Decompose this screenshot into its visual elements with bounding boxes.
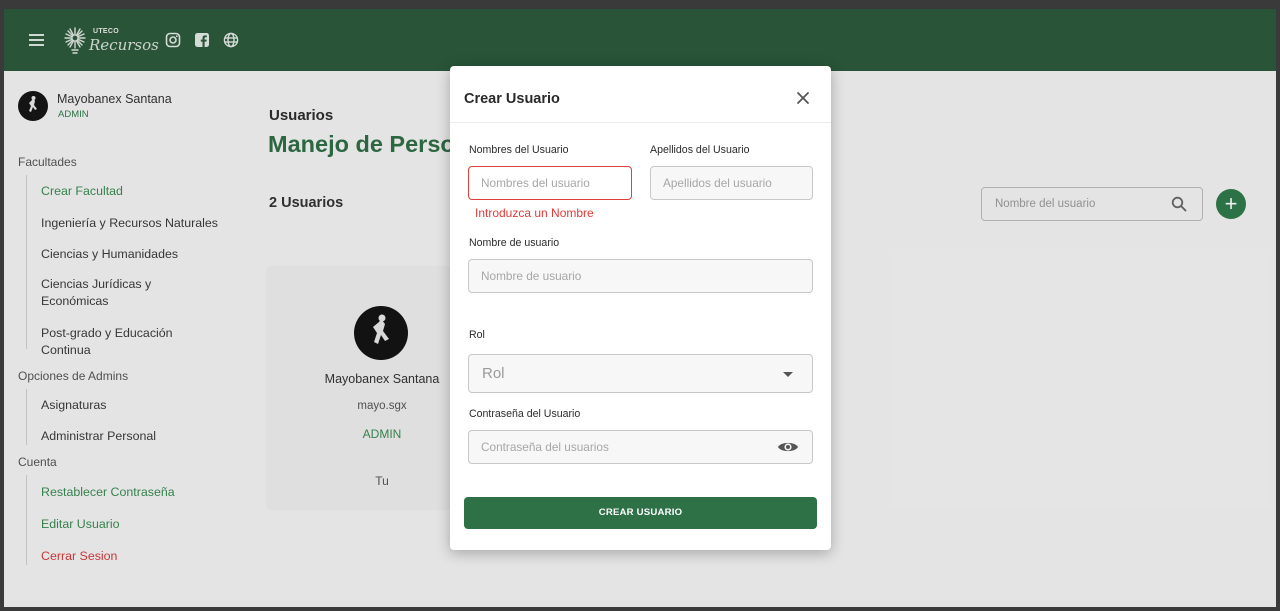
create-user-modal: Crear Usuario Nombres del Usuario Introd… xyxy=(450,66,831,550)
first-name-input[interactable] xyxy=(469,167,631,199)
eye-icon[interactable] xyxy=(777,440,799,454)
modal-divider xyxy=(450,122,831,123)
chevron-down-icon xyxy=(783,372,793,377)
username-field-wrapper xyxy=(468,259,813,293)
first-name-label: Nombres del Usuario xyxy=(469,144,569,156)
role-select[interactable]: Rol xyxy=(468,354,813,393)
app-frame: UTECO Recursos Mayobanex Santana ADMIN F… xyxy=(4,9,1276,607)
last-name-input[interactable] xyxy=(651,167,812,199)
password-input[interactable] xyxy=(469,431,759,463)
password-field-wrapper xyxy=(468,430,813,464)
modal-title: Crear Usuario xyxy=(464,91,560,107)
username-input[interactable] xyxy=(469,260,812,292)
last-name-label: Apellidos del Usuario xyxy=(650,144,750,156)
password-label: Contraseña del Usuario xyxy=(469,408,581,420)
first-name-field-wrapper xyxy=(468,166,632,200)
role-select-value: Rol xyxy=(482,365,505,382)
role-label: Rol xyxy=(469,329,485,341)
last-name-field-wrapper xyxy=(650,166,813,200)
username-label: Nombre de usuario xyxy=(469,237,560,249)
create-user-button[interactable]: CREAR USUARIO xyxy=(464,497,817,529)
first-name-error: Introduzca un Nombre xyxy=(475,206,594,220)
close-icon[interactable] xyxy=(796,91,810,105)
